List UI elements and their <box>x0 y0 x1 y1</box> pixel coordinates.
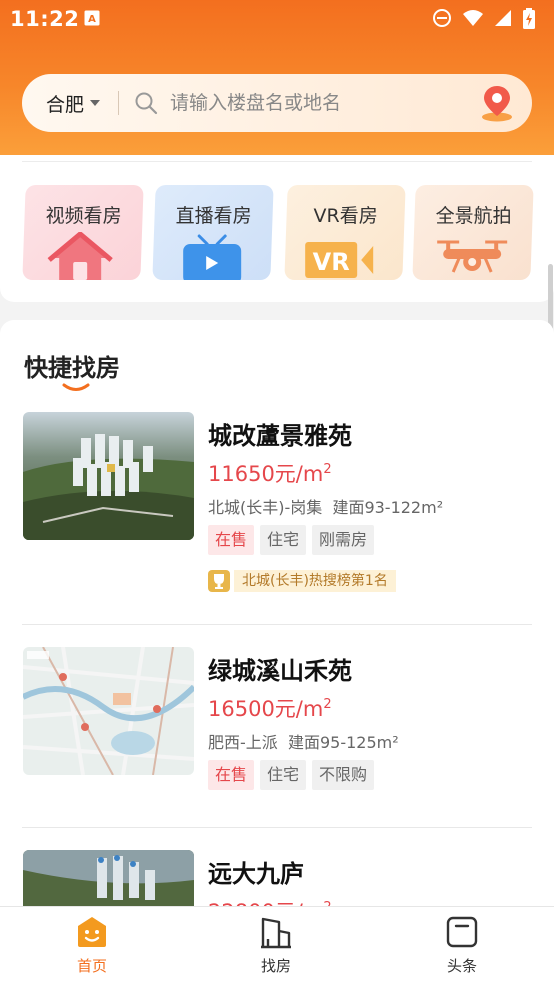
tag: 刚需房 <box>312 525 375 555</box>
home-smile-icon <box>75 915 109 949</box>
listing-item[interactable]: 绿城溪山禾苑 16500元/m2 肥西-上派 建面95-125m² 在售 住宅 … <box>0 647 554 807</box>
listing-tags: 在售 住宅 刚需房 <box>208 525 375 555</box>
tag: 住宅 <box>260 525 307 555</box>
wifi-icon <box>462 8 483 28</box>
category-label: 全景航拍 <box>435 205 512 227</box>
rank-badge[interactable]: 北城(长丰)热搜榜第1名 <box>208 569 396 593</box>
listing-name[interactable]: 绿城溪山禾苑 <box>208 651 352 686</box>
listing-thumbnail[interactable] <box>23 412 194 540</box>
listing-meta: 肥西-上派 建面95-125m² <box>208 733 399 752</box>
category-aerial-panorama[interactable]: 全景航拍 <box>412 185 534 280</box>
status-badge: 在售 <box>208 525 255 555</box>
signal-icon <box>492 8 512 28</box>
listing-item[interactable]: 城改蘆景雅苑 11650元/m2 北城(长丰)-岗集 建面93-122m² 在售… <box>0 412 554 612</box>
nav-home[interactable]: 首页 <box>52 915 132 979</box>
listing-meta: 北城(长丰)-岗集 建面93-122m² <box>208 498 444 517</box>
tag: 住宅 <box>260 760 307 790</box>
listing-price: 11650元/m2 <box>208 462 332 486</box>
category-live-tour[interactable]: 直播看房 <box>152 185 274 280</box>
status-time: 11:22 <box>10 7 80 31</box>
rank-label: 北城(长丰)热搜榜第1名 <box>234 570 396 592</box>
search-bar: 合肥 <box>22 74 532 132</box>
listing-name[interactable]: 城改蘆景雅苑 <box>208 416 352 451</box>
vr-icon: VR <box>285 232 403 280</box>
svg-text:VR: VR <box>313 248 350 276</box>
quick-find-section: 快捷找房 城改蘆景雅苑 11650元/m2 北城(长丰)-岗集 建面93-122 <box>0 320 554 978</box>
category-label: 直播看房 <box>175 205 252 227</box>
nav-find-home[interactable]: 找房 <box>236 915 316 979</box>
nav-label: 找房 <box>260 957 291 975</box>
search-icon <box>134 91 158 115</box>
bottom-nav: 首页 找房 头条 <box>0 906 554 984</box>
dnd-icon <box>432 8 452 28</box>
svg-text:A: A <box>88 14 96 25</box>
tv-icon <box>153 232 271 280</box>
notification-icon: A <box>84 10 100 26</box>
title-underline-icon <box>62 378 90 391</box>
nav-label: 头条 <box>446 957 477 975</box>
search-divider <box>118 91 119 115</box>
tag: 不限购 <box>312 760 375 790</box>
status-badge: 在售 <box>208 760 255 790</box>
drone-icon <box>413 232 531 280</box>
city-selector[interactable]: 合肥 <box>46 90 84 117</box>
house-icon <box>23 231 141 280</box>
divider <box>22 827 532 828</box>
category-video-tour[interactable]: 视频看房 <box>22 185 144 280</box>
nav-label: 首页 <box>76 957 107 975</box>
building-icon <box>259 915 293 949</box>
news-icon <box>445 915 479 949</box>
listing-price: 16500元/m2 <box>208 697 332 721</box>
nav-headlines[interactable]: 头条 <box>422 915 502 979</box>
divider <box>22 161 532 162</box>
listing-thumbnail[interactable] <box>23 647 194 775</box>
location-pin-icon[interactable] <box>480 84 514 122</box>
divider <box>22 624 532 625</box>
category-label: VR看房 <box>313 205 378 227</box>
chevron-down-icon[interactable] <box>90 100 100 106</box>
listing-name[interactable]: 远大九庐 <box>208 854 304 889</box>
category-vr-tour[interactable]: VR看房 VR <box>284 185 406 280</box>
listing-tags: 在售 住宅 不限购 <box>208 760 375 790</box>
status-icons <box>432 8 542 29</box>
category-card: 视频看房 直播看房 VR看房 VR 全景航拍 <box>0 155 554 302</box>
trophy-icon <box>208 570 230 592</box>
header: 11:22 A 合肥 <box>0 0 554 155</box>
battery-icon <box>522 8 542 29</box>
search-input[interactable] <box>170 88 460 118</box>
category-label: 视频看房 <box>45 205 122 227</box>
status-bar: 11:22 A <box>0 0 554 38</box>
